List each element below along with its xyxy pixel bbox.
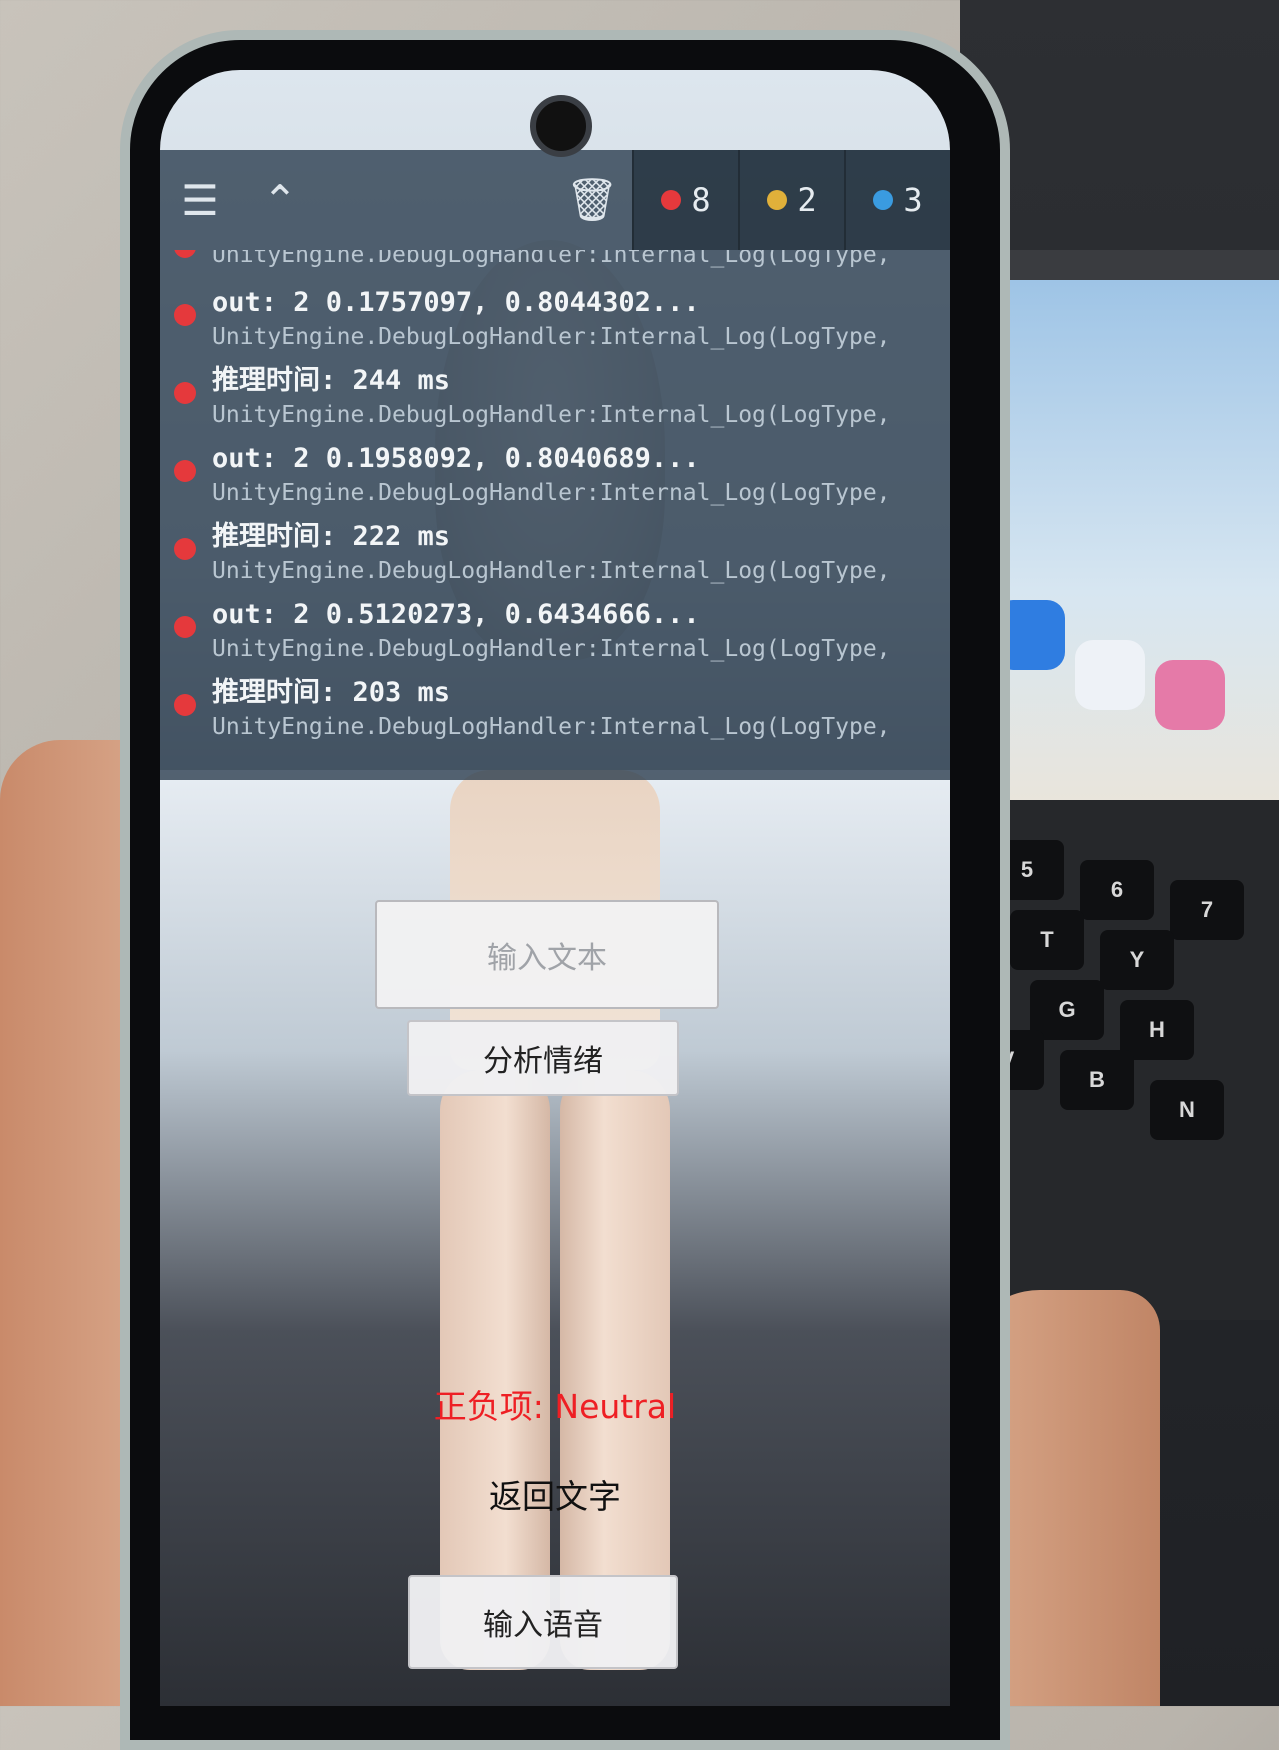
pink-app-icon	[1155, 660, 1225, 730]
error-dot-icon	[174, 694, 196, 716]
debug-console: ☰ ⌃ 🗑 8 2 3 UnityEngine.DebugLogHandler:…	[160, 150, 950, 780]
log-stack: UnityEngine.DebugLogHandler:Internal_Log…	[212, 480, 891, 506]
log-stack: UnityEngine.DebugLogHandler:Internal_Log…	[212, 324, 891, 350]
error-dot-icon	[174, 616, 196, 638]
laptop-screen	[915, 250, 1279, 800]
log-entry[interactable]: out: 2 0.5120273, 0.6434666... UnityEngi…	[160, 596, 950, 674]
info-filter-tab[interactable]: 3	[844, 150, 950, 250]
log-entry[interactable]: UnityEngine.DebugLogHandler:Internal_Log…	[160, 250, 950, 284]
hamburger-icon[interactable]: ☰	[160, 160, 240, 240]
key-y: Y	[1100, 930, 1174, 990]
log-message: out: 2 0.1958092, 0.8040689...	[212, 443, 700, 474]
error-dot-icon	[174, 460, 196, 482]
error-filter-tab[interactable]: 8	[632, 150, 738, 250]
trash-icon[interactable]: 🗑	[552, 160, 632, 240]
key-n: N	[1150, 1080, 1224, 1140]
log-stack: UnityEngine.DebugLogHandler:Internal_Log…	[212, 402, 891, 428]
return-text-label: 返回文字	[489, 1477, 621, 1516]
analyze-emotion-label: 分析情绪	[483, 1044, 603, 1079]
key-7: 7	[1170, 880, 1244, 940]
warning-filter-tab[interactable]: 2	[738, 150, 844, 250]
error-dot-icon	[174, 250, 196, 258]
log-stack: UnityEngine.DebugLogHandler:Internal_Log…	[212, 250, 891, 268]
log-entry[interactable]: 推理时间: 244 ms UnityEngine.DebugLogHandler…	[160, 362, 950, 440]
phone-screen: ☰ ⌃ 🗑 8 2 3 UnityEngine.DebugLogHandler:…	[160, 70, 950, 1706]
chevron-up-icon[interactable]: ⌃	[240, 160, 320, 240]
warning-count: 2	[797, 181, 817, 219]
error-dot-icon	[174, 304, 196, 326]
cloud-app-icon	[1075, 640, 1145, 710]
error-dot-icon	[174, 382, 196, 404]
voice-input-label: 输入语音	[483, 1608, 603, 1643]
laptop-keyboard: 5 6 7 T Y G H V B N	[970, 800, 1279, 1320]
log-entry[interactable]: 推理时间: 203 ms UnityEngine.DebugLogHandler…	[160, 674, 950, 752]
error-dot-icon	[661, 190, 682, 210]
console-toolbar: ☰ ⌃ 🗑 8 2 3	[160, 150, 950, 250]
log-entry[interactable]: out: 2 0.1757097, 0.8044302... UnityEngi…	[160, 284, 950, 362]
log-entry[interactable]: out: 2 0.1958092, 0.8040689... UnityEngi…	[160, 440, 950, 518]
error-count: 8	[691, 181, 711, 219]
warning-dot-icon	[767, 190, 788, 210]
key-6: 6	[1080, 860, 1154, 920]
log-list[interactable]: UnityEngine.DebugLogHandler:Internal_Log…	[160, 250, 950, 780]
log-stack: UnityEngine.DebugLogHandler:Internal_Log…	[212, 714, 891, 740]
log-message: 推理时间: 244 ms	[212, 365, 451, 396]
text-input-field[interactable]: 输入文本	[375, 900, 719, 1009]
key-b: B	[1060, 1050, 1134, 1110]
log-message: out: 2 0.5120273, 0.6434666...	[212, 599, 700, 630]
log-message: 推理时间: 222 ms	[212, 521, 451, 552]
log-message: 推理时间: 203 ms	[212, 677, 451, 708]
sentiment-result: 正负项: Neutral	[433, 1387, 677, 1426]
log-entry[interactable]: 推理时间: 222 ms UnityEngine.DebugLogHandler…	[160, 518, 950, 596]
voice-input-button[interactable]: 输入语音	[408, 1575, 678, 1669]
error-dot-icon	[174, 538, 196, 560]
log-message: out: 2 0.1757097, 0.8044302...	[212, 287, 700, 318]
key-t: T	[1010, 910, 1084, 970]
text-input-placeholder: 输入文本	[487, 940, 607, 976]
log-stack: UnityEngine.DebugLogHandler:Internal_Log…	[212, 636, 891, 662]
front-camera	[530, 95, 592, 157]
analyze-emotion-button[interactable]: 分析情绪	[407, 1020, 679, 1096]
info-dot-icon	[873, 190, 894, 210]
log-stack: UnityEngine.DebugLogHandler:Internal_Log…	[212, 558, 891, 584]
info-count: 3	[903, 181, 923, 219]
